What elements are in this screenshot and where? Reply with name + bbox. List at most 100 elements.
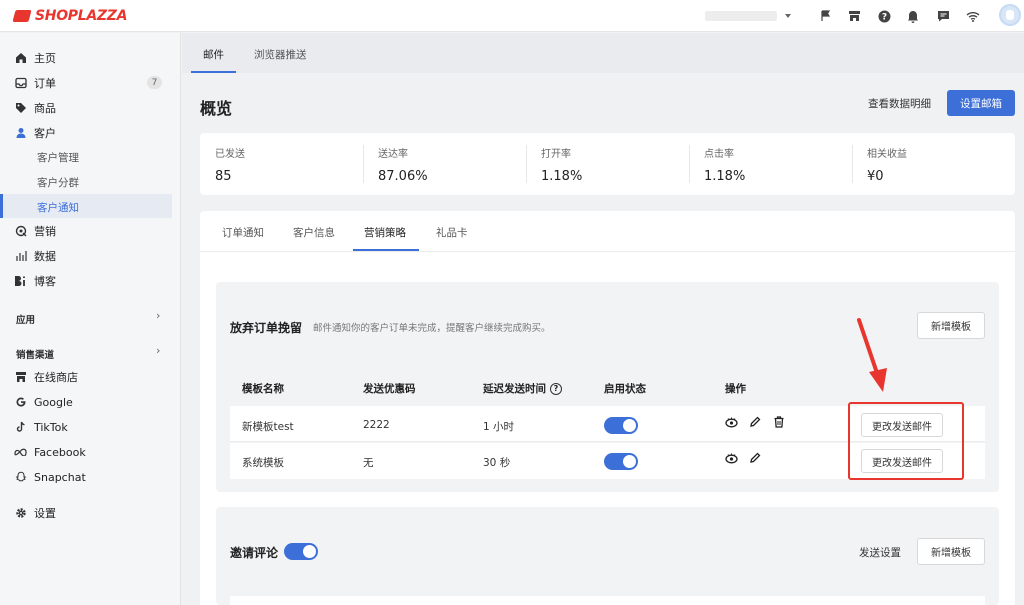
enable-toggle[interactable] [604,453,638,470]
brand-name: SHOPLAZZA [35,8,128,24]
delete-trash-icon[interactable] [772,415,786,429]
divider [689,145,690,183]
sidebar-item-label: Snapchat [34,470,86,484]
channels-section-label[interactable]: 销售渠道 [16,347,54,361]
column-header: 发送优惠码 [363,383,416,395]
tab-email[interactable]: 邮件 [203,47,224,62]
stat-label: 点击率 [704,149,734,160]
stat-revenue: 相关收益 ¥0 [867,145,907,184]
active-tab-indicator [353,249,419,251]
view-data-details-link[interactable]: 查看数据明细 [868,96,931,111]
sidebar-item-marketing[interactable]: 营销 [14,221,56,241]
orders-count-badge: 7 [147,76,162,89]
sidebar-item-label: Google [34,395,73,409]
chevron-down-icon [785,14,791,18]
sidebar-item-snapchat[interactable]: Snapchat [14,467,86,487]
divider [200,251,1015,252]
delay-time: 30 秒 [483,457,511,469]
send-settings-link[interactable]: 发送设置 [859,545,901,560]
setup-mailbox-button[interactable]: 设置邮箱 [947,90,1015,116]
column-header: 模板名称 [242,383,284,395]
sidebar-item-label: Facebook [34,445,86,459]
sidebar-sub-customer-management[interactable]: 客户管理 [37,147,79,167]
abandoned-order-description: 邮件通知你的客户订单未完成，提醒客户继续完成购买。 [313,323,551,334]
brand-logo[interactable]: SHOPLAZZA [14,5,127,27]
tab-gift-card[interactable]: 礼品卡 [436,225,468,240]
sidebar-item-label: 订单 [34,77,56,90]
help-icon[interactable]: ? [876,8,892,24]
sidebar-item-blog[interactable]: 博客 [14,271,56,291]
store-icon [14,371,27,384]
add-template-button[interactable]: 新增模板 [917,312,985,339]
sidebar-item-label: 博客 [34,275,56,288]
sidebar-sub-customer-notifications[interactable]: 客户通知 [37,197,79,217]
active-nav-highlight [0,194,172,218]
review-table-top [230,596,985,605]
tab-marketing-strategy[interactable]: 营销策略 [364,225,406,240]
bell-icon[interactable] [905,8,921,24]
active-nav-indicator [0,194,3,218]
template-name: 新模板test [242,421,294,433]
avatar[interactable] [999,4,1021,26]
page-title: 概览 [200,99,233,118]
edit-pencil-icon[interactable] [748,451,762,465]
inbox-icon [14,77,27,90]
chevron-right-icon[interactable]: › [156,309,160,322]
sidebar-sub-customer-segments[interactable]: 客户分群 [37,172,79,192]
sidebar-item-tiktok[interactable]: TikTok [14,417,68,437]
stat-value: 85 [215,169,232,184]
user-icon [14,127,27,140]
delay-time: 1 小时 [483,421,515,433]
sidebar-item-label: TikTok [34,420,68,434]
apps-section-label[interactable]: 应用 [16,312,35,326]
abandoned-order-title: 放弃订单挽留 [230,321,303,335]
sidebar-item-orders[interactable]: 订单 [14,73,56,93]
sidebar-item-analytics[interactable]: 数据 [14,246,56,266]
sidebar-item-customers[interactable]: 客户 [14,123,56,143]
discount-code: 2222 [363,419,390,431]
tab-order-notifications[interactable]: 订单通知 [222,225,264,240]
sidebar-item-products[interactable]: 商品 [14,98,56,118]
sidebar-item-label: 营销 [34,225,56,238]
marketing-icon [14,225,27,238]
sidebar-item-home[interactable]: 主页 [14,48,56,68]
top-bar: SHOPLAZZA ? [0,0,1024,32]
store-icon[interactable] [846,8,862,24]
home-icon [14,52,27,65]
wifi-icon [965,8,981,24]
stat-label: 相关收益 [867,149,907,160]
store-selector[interactable] [705,8,797,24]
active-tab-indicator [191,71,236,73]
preview-eye-icon[interactable] [724,415,738,429]
stat-label: 已发送 [215,149,245,160]
meta-icon [14,446,27,459]
google-icon [14,396,27,409]
preview-eye-icon[interactable] [724,451,738,465]
sidebar-item-facebook[interactable]: Facebook [14,442,86,462]
column-header: 启用状态 [604,383,646,395]
stat-click-rate: 点击率 1.18% [704,145,745,184]
tab-customer-info[interactable]: 客户信息 [293,225,335,240]
sidebar-item-online-store[interactable]: 在线商店 [14,367,78,387]
edit-pencil-icon[interactable] [748,415,762,429]
invite-review-toggle[interactable] [284,543,318,560]
annotation-arrow-icon [857,318,887,392]
message-icon[interactable] [935,8,951,24]
flag-icon[interactable] [818,8,834,24]
gear-icon [14,507,27,520]
help-icon[interactable]: ? [550,382,562,395]
chevron-right-icon[interactable]: › [156,344,160,357]
discount-code: 无 [363,457,374,469]
snapchat-icon [14,471,27,484]
chart-icon [14,250,27,263]
stat-value: ¥0 [867,169,884,184]
sidebar-item-label: 客户 [34,127,56,140]
stats-panel: 已发送 85 送达率 87.06% 打开率 1.18% 点击率 1.18% 相关… [200,133,1015,195]
sidebar-item-settings[interactable]: 设置 [14,503,56,523]
sidebar-item-google[interactable]: Google [14,392,73,412]
invite-review-title: 邀请评论 [230,546,279,560]
add-template-button[interactable]: 新增模板 [917,538,985,565]
stat-value: 87.06% [378,169,428,184]
enable-toggle[interactable] [604,417,638,434]
tab-browser-push[interactable]: 浏览器推送 [254,47,307,62]
